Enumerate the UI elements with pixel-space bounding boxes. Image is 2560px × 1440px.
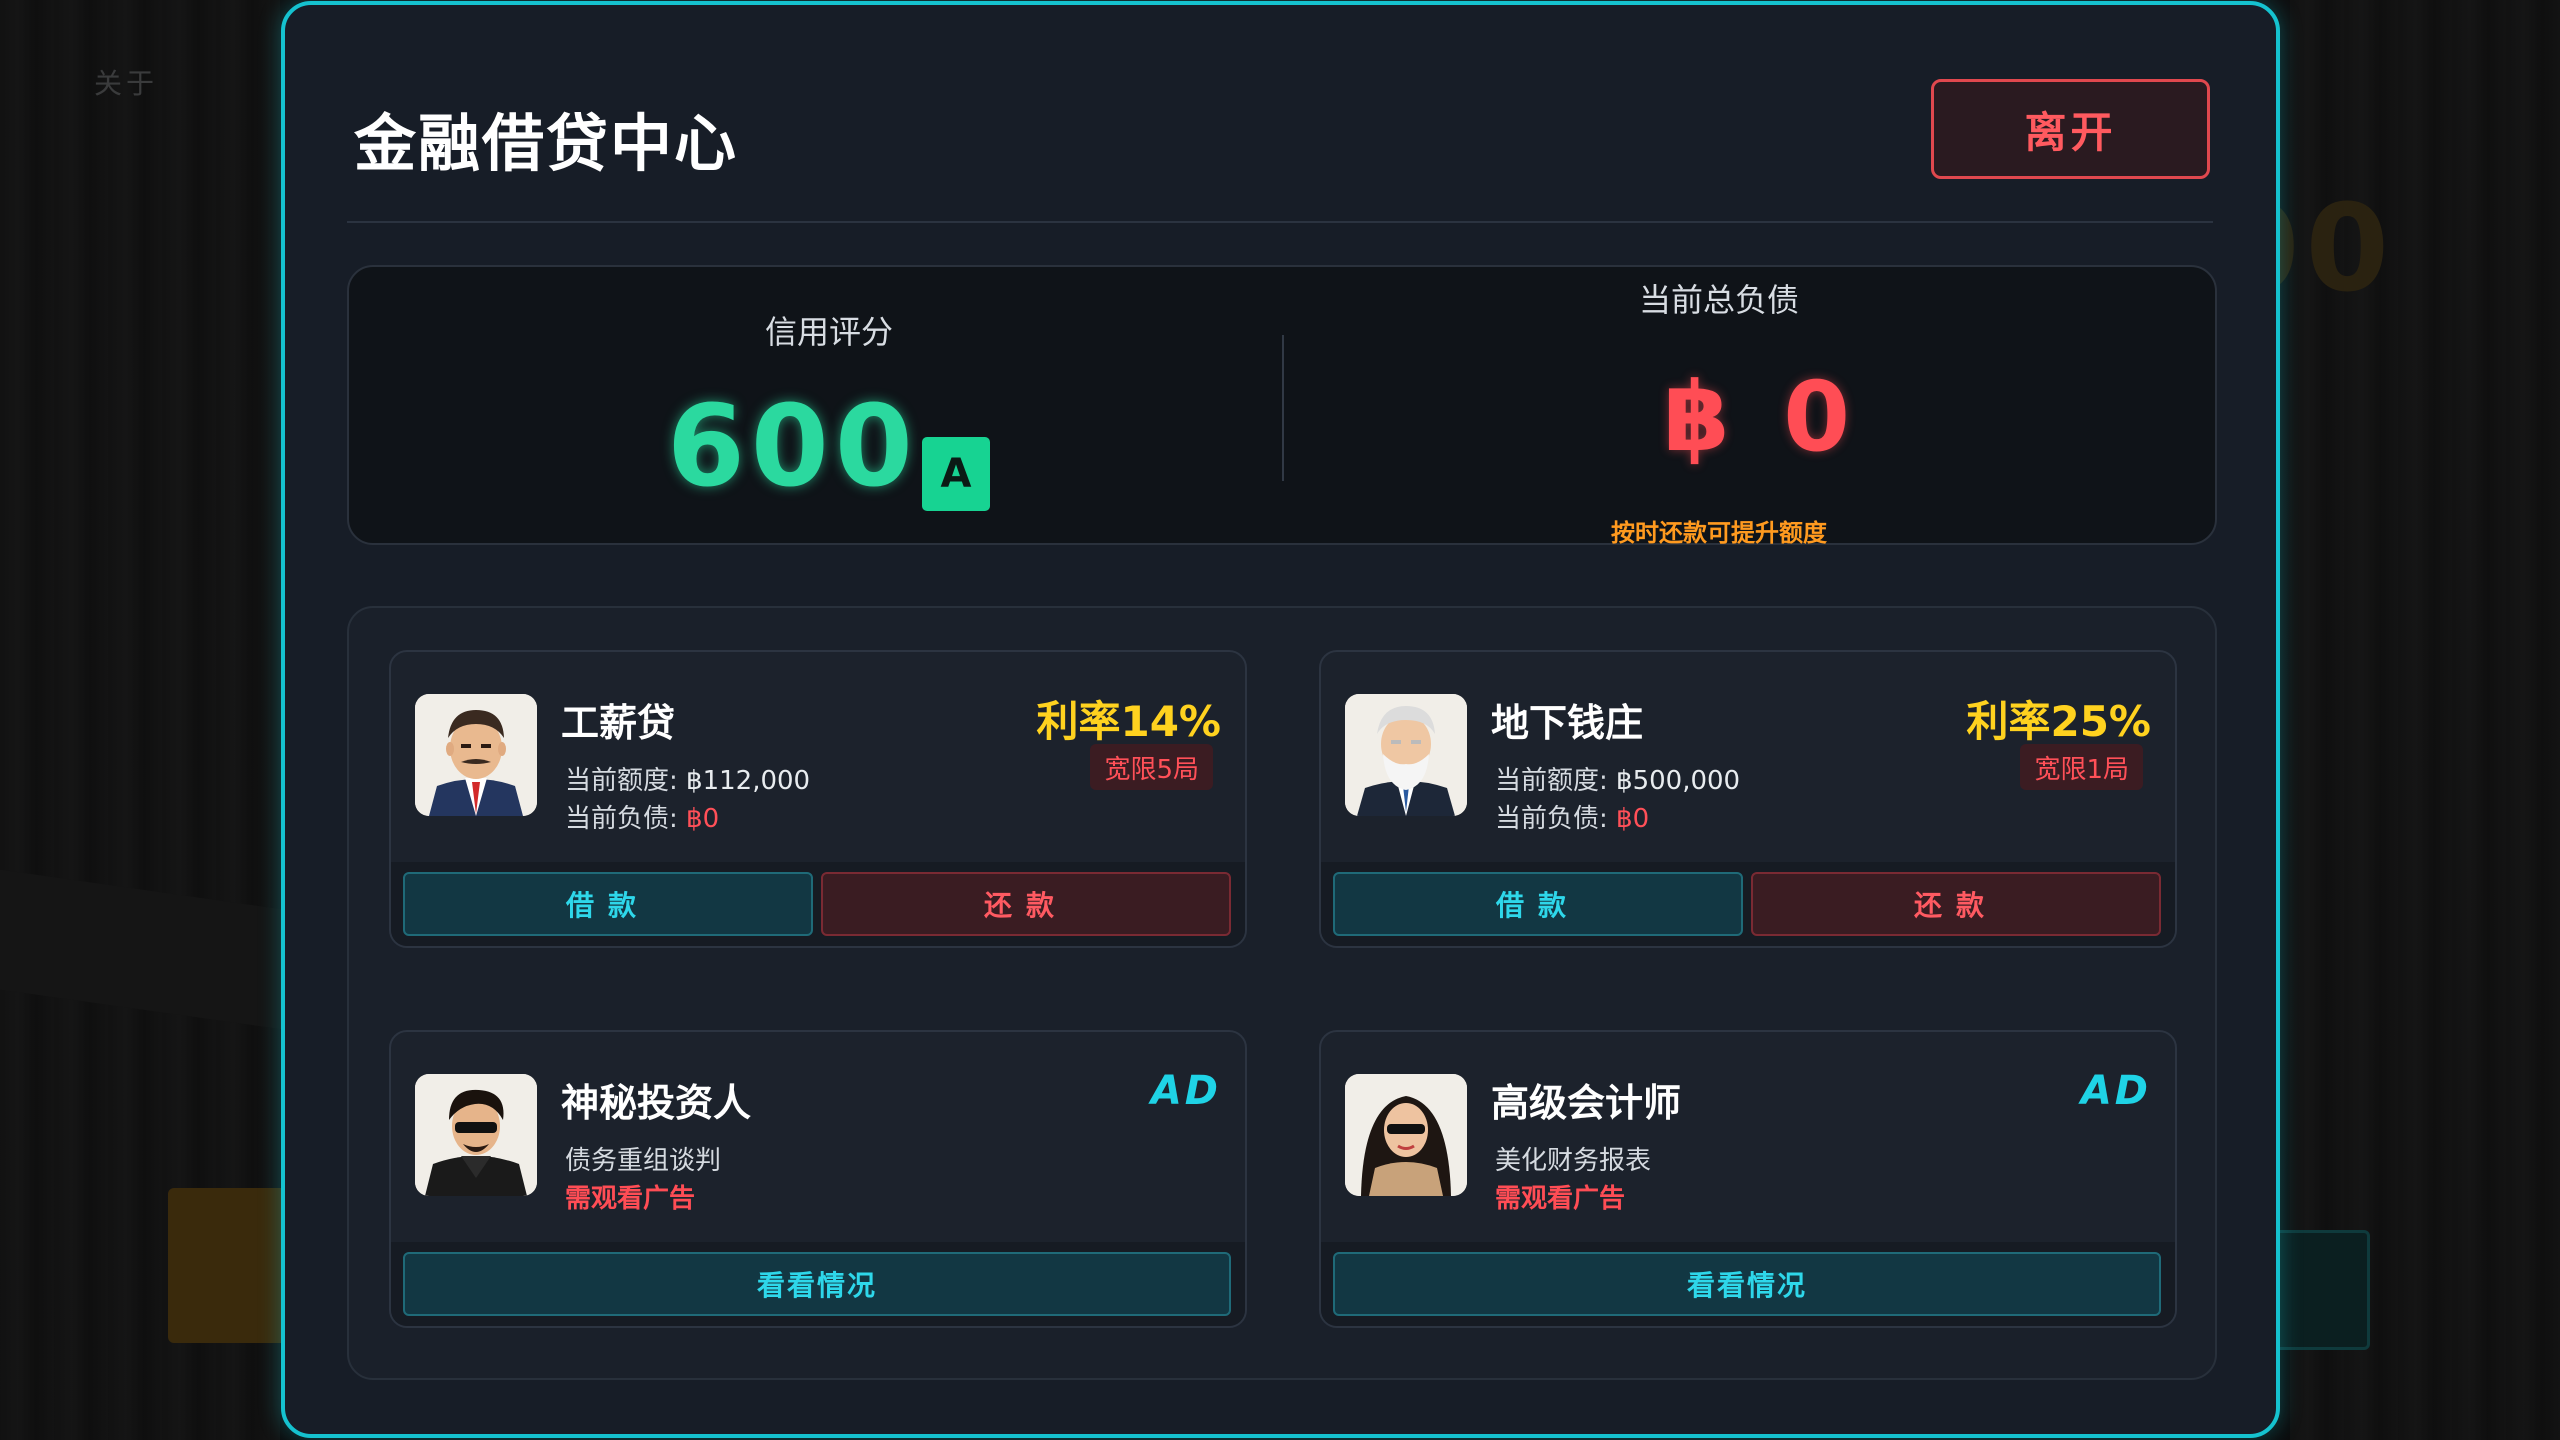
businessman-avatar (415, 694, 537, 816)
leave-button[interactable]: 离开 (1931, 79, 2210, 179)
advisor-name: 高级会计师 (1491, 1081, 1682, 1125)
modal-header: 金融借贷中心 离开 (285, 5, 2276, 223)
loan-options-panel: 工薪贷 当前额度: ฿112,000 当前负债: ฿0 利率14% 宽限5局 借… (347, 606, 2217, 1380)
advisor-description: 债务重组谈判 (565, 1146, 722, 1176)
ad-card-senior-accountant: 高级会计师 美化财务报表 需观看广告 AD 看看情况 (1319, 1030, 2177, 1328)
summary-divider (1282, 335, 1284, 481)
advisor-name: 神秘投资人 (561, 1081, 752, 1125)
interest-rate: 利率25% (1966, 697, 2151, 746)
investor-avatar (415, 1074, 537, 1196)
old-man-icon (1345, 694, 1467, 816)
limit-line: 当前额度: ฿500,000 (1495, 760, 1740, 797)
debt-hint: 按时还款可提升额度 (1611, 519, 1827, 547)
credit-summary-panel: 信用评分 600 A 当前总负债 ฿ 0 按时还款可提升额度 (347, 265, 2217, 547)
limit-value: ฿112,000 (686, 766, 811, 796)
debt-label: 当前负债: (565, 804, 678, 834)
watch-ad-button[interactable]: 看看情况 (403, 1252, 1231, 1316)
credit-score-value: 600 (667, 382, 919, 512)
loan-card-underground-bank: 地下钱庄 当前额度: ฿500,000 当前负债: ฿0 利率25% 宽限1局 … (1319, 650, 2177, 948)
businessman-icon (415, 694, 537, 816)
ad-tag: AD (1150, 1068, 1221, 1114)
watch-ad-button[interactable]: 看看情况 (1333, 1252, 2161, 1316)
loan-center-modal: 金融借贷中心 离开 信用评分 600 A 当前总负债 ฿ 0 按时还款可提升额度 (281, 1, 2280, 1438)
debt-line: 当前负债: ฿0 (1495, 798, 1649, 835)
ad-required-note: 需观看广告 (1495, 1184, 1626, 1214)
borrow-button[interactable]: 借款 (1333, 872, 1743, 936)
debt-line: 当前负债: ฿0 (565, 798, 719, 835)
limit-value: ฿500,000 (1616, 766, 1741, 796)
limit-line: 当前额度: ฿112,000 (565, 760, 810, 797)
repay-button[interactable]: 还款 (1751, 872, 2161, 936)
grace-period-badge: 宽限5局 (1090, 744, 1213, 790)
total-debt-label: 当前总负债 (1638, 281, 1799, 319)
credit-score-label: 信用评分 (764, 313, 893, 351)
ad-required-note: 需观看广告 (565, 1184, 696, 1214)
debt-label: 当前负债: (1495, 804, 1608, 834)
loan-name: 地下钱庄 (1491, 701, 1644, 745)
about-link: 关于 (94, 67, 159, 100)
loan-card-salary: 工薪贷 当前额度: ฿112,000 当前负债: ฿0 利率14% 宽限5局 借… (389, 650, 1247, 948)
old-man-avatar (1345, 694, 1467, 816)
accountant-avatar (1345, 1074, 1467, 1196)
interest-rate: 利率14% (1036, 697, 1221, 746)
ad-tag: AD (2080, 1068, 2151, 1114)
debt-value: ฿0 (686, 804, 720, 834)
accountant-icon (1345, 1074, 1467, 1196)
limit-label: 当前额度: (1495, 766, 1608, 796)
investor-icon (415, 1074, 537, 1196)
header-divider (347, 221, 2213, 223)
debt-value: ฿0 (1616, 804, 1650, 834)
total-debt-value: ฿ 0 (1663, 361, 1861, 473)
borrow-button[interactable]: 借款 (403, 872, 813, 936)
repay-button[interactable]: 还款 (821, 872, 1231, 936)
advisor-description: 美化财务报表 (1495, 1146, 1652, 1176)
modal-title: 金融借贷中心 (354, 107, 739, 180)
ad-card-mystery-investor: 神秘投资人 债务重组谈判 需观看广告 AD 看看情况 (389, 1030, 1247, 1328)
credit-grade-badge: A (922, 437, 990, 511)
grace-period-badge: 宽限1局 (2020, 744, 2143, 790)
loan-name: 工薪贷 (561, 701, 676, 745)
limit-label: 当前额度: (565, 766, 678, 796)
